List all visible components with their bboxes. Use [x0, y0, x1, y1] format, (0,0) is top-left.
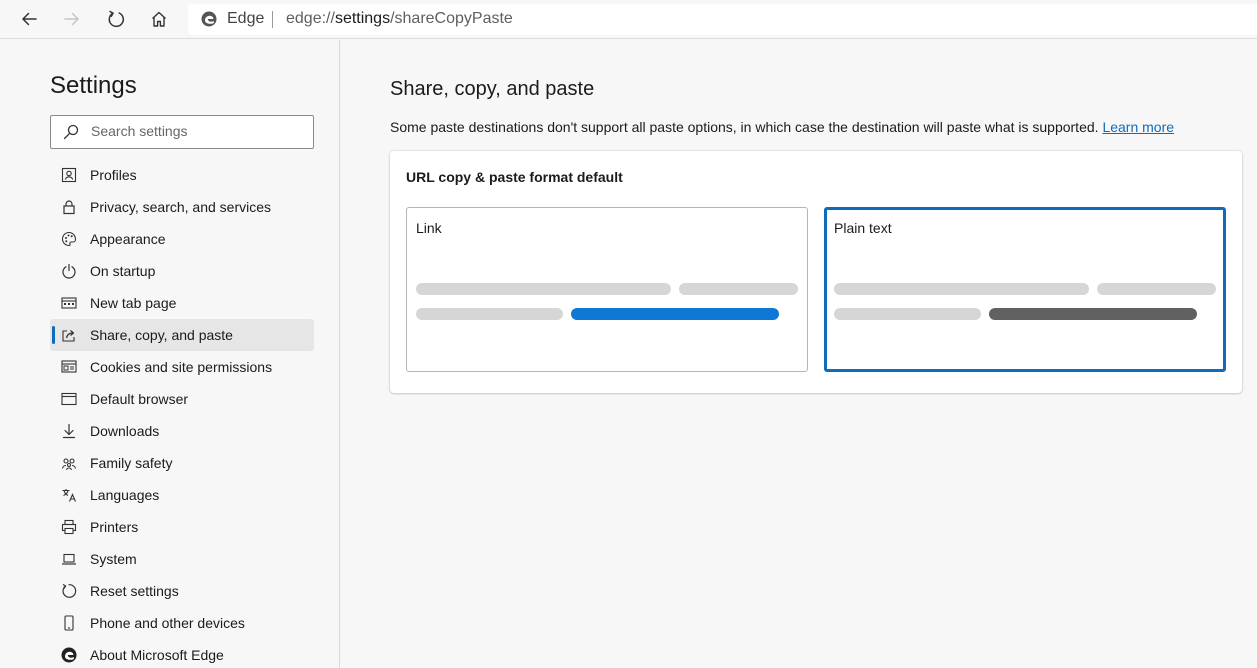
preview-placeholder-bar	[416, 283, 671, 295]
sidebar-item-label: Profiles	[90, 167, 137, 183]
option-label-plain-text: Plain text	[834, 220, 892, 236]
sidebar-item-system[interactable]: System	[50, 543, 314, 575]
sidebar-item-cookies[interactable]: Cookies and site permissions	[50, 351, 314, 383]
sidebar-item-privacy[interactable]: Privacy, search, and services	[50, 191, 314, 223]
sidebar-item-label: Cookies and site permissions	[90, 359, 273, 375]
preview-placeholder-bar	[834, 308, 981, 320]
share-icon	[60, 326, 78, 344]
page-title: Share, copy, and paste	[390, 78, 595, 100]
sidebar-title: Settings	[50, 72, 137, 99]
sidebar-item-label: Privacy, search, and services	[90, 199, 272, 215]
family-icon	[60, 454, 78, 472]
browser-icon	[60, 390, 78, 408]
sidebar-item-label: Reset settings	[90, 583, 179, 599]
edge-logo-icon	[60, 646, 78, 664]
url-format-card: URL copy & paste format default Link Pla…	[390, 151, 1242, 393]
url-host: settings	[334, 10, 391, 27]
sidebar-item-label: Printers	[90, 519, 139, 535]
sidebar-item-about-edge[interactable]: About Microsoft Edge	[50, 639, 314, 668]
palette-icon	[60, 230, 78, 248]
download-icon	[60, 422, 78, 440]
languages-icon	[60, 486, 78, 504]
link-format-option[interactable]: Link	[406, 207, 808, 372]
home-icon[interactable]	[144, 5, 174, 33]
plain-text-preview-bar	[989, 308, 1197, 320]
sidebar-item-label: About Microsoft Edge	[90, 647, 224, 663]
edge-logo-icon	[201, 11, 217, 27]
card-title: URL copy & paste format default	[406, 169, 623, 185]
search-icon	[63, 124, 79, 140]
back-arrow-icon[interactable]	[14, 5, 44, 33]
settings-nav: Profiles Privacy, search, and services A…	[50, 159, 314, 668]
sidebar-item-label: Family safety	[90, 455, 173, 471]
cookies-icon	[60, 358, 78, 376]
settings-main: Share, copy, and paste Some paste destin…	[341, 40, 1257, 668]
phone-icon	[60, 614, 78, 632]
reset-icon	[60, 582, 78, 600]
preview-placeholder-bar	[834, 283, 1089, 295]
sidebar-item-label: Downloads	[90, 423, 160, 439]
sidebar-item-label: Phone and other devices	[90, 615, 245, 631]
printer-icon	[60, 518, 78, 536]
sidebar-item-languages[interactable]: Languages	[50, 479, 314, 511]
sidebar-item-label: Share, copy, and paste	[90, 327, 233, 343]
page-description: Some paste destinations don't support al…	[390, 119, 1174, 135]
sidebar-item-label: System	[90, 551, 137, 567]
preview-placeholder-bar	[1097, 283, 1216, 295]
sidebar-item-label: Default browser	[90, 391, 189, 407]
sidebar-item-default-browser[interactable]: Default browser	[50, 383, 314, 415]
preview-placeholder-bar	[416, 308, 563, 320]
new-tab-icon	[60, 294, 78, 312]
search-box[interactable]	[50, 115, 314, 149]
description-text: Some paste destinations don't support al…	[390, 119, 1099, 135]
sidebar-item-family-safety[interactable]: Family safety	[50, 447, 314, 479]
option-label-link: Link	[416, 220, 442, 236]
sidebar-item-printers[interactable]: Printers	[50, 511, 314, 543]
address-bar[interactable]: Edge edge://settings/shareCopyPaste	[188, 4, 1257, 35]
sidebar-item-share-copy-paste[interactable]: Share, copy, and paste	[50, 319, 314, 351]
site-identity-label: Edge	[227, 10, 265, 27]
sidebar-item-phone-devices[interactable]: Phone and other devices	[50, 607, 314, 639]
sidebar-item-on-startup[interactable]: On startup	[50, 255, 314, 287]
preview-placeholder-bar	[679, 283, 798, 295]
url-scheme: edge://	[286, 10, 335, 27]
laptop-icon	[60, 550, 78, 568]
sidebar-item-profiles[interactable]: Profiles	[50, 159, 314, 191]
sidebar-item-label: New tab page	[90, 295, 177, 311]
browser-toolbar: Edge edge://settings/shareCopyPaste	[0, 0, 1257, 39]
sidebar-item-reset-settings[interactable]: Reset settings	[50, 575, 314, 607]
url-path: /shareCopyPaste	[390, 10, 513, 27]
url-text[interactable]: edge://settings/shareCopyPaste	[286, 10, 513, 28]
lock-icon	[60, 198, 78, 216]
sidebar-item-label: On startup	[90, 263, 156, 279]
refresh-icon[interactable]	[101, 5, 131, 33]
power-icon	[60, 262, 78, 280]
sidebar-item-new-tab-page[interactable]: New tab page	[50, 287, 314, 319]
sidebar-item-appearance[interactable]: Appearance	[50, 223, 314, 255]
address-divider	[272, 11, 273, 28]
sidebar-item-downloads[interactable]: Downloads	[50, 415, 314, 447]
link-preview-bar	[571, 308, 779, 320]
settings-sidebar: Settings Profiles Privacy, search, and s…	[0, 40, 340, 668]
learn-more-link[interactable]: Learn more	[1102, 119, 1174, 135]
forward-arrow-icon[interactable]	[57, 5, 87, 33]
plain-text-format-option[interactable]: Plain text	[824, 207, 1226, 372]
sidebar-item-label: Appearance	[90, 231, 166, 247]
search-input[interactable]	[91, 123, 301, 139]
sidebar-item-label: Languages	[90, 487, 160, 503]
profile-icon	[60, 166, 78, 184]
